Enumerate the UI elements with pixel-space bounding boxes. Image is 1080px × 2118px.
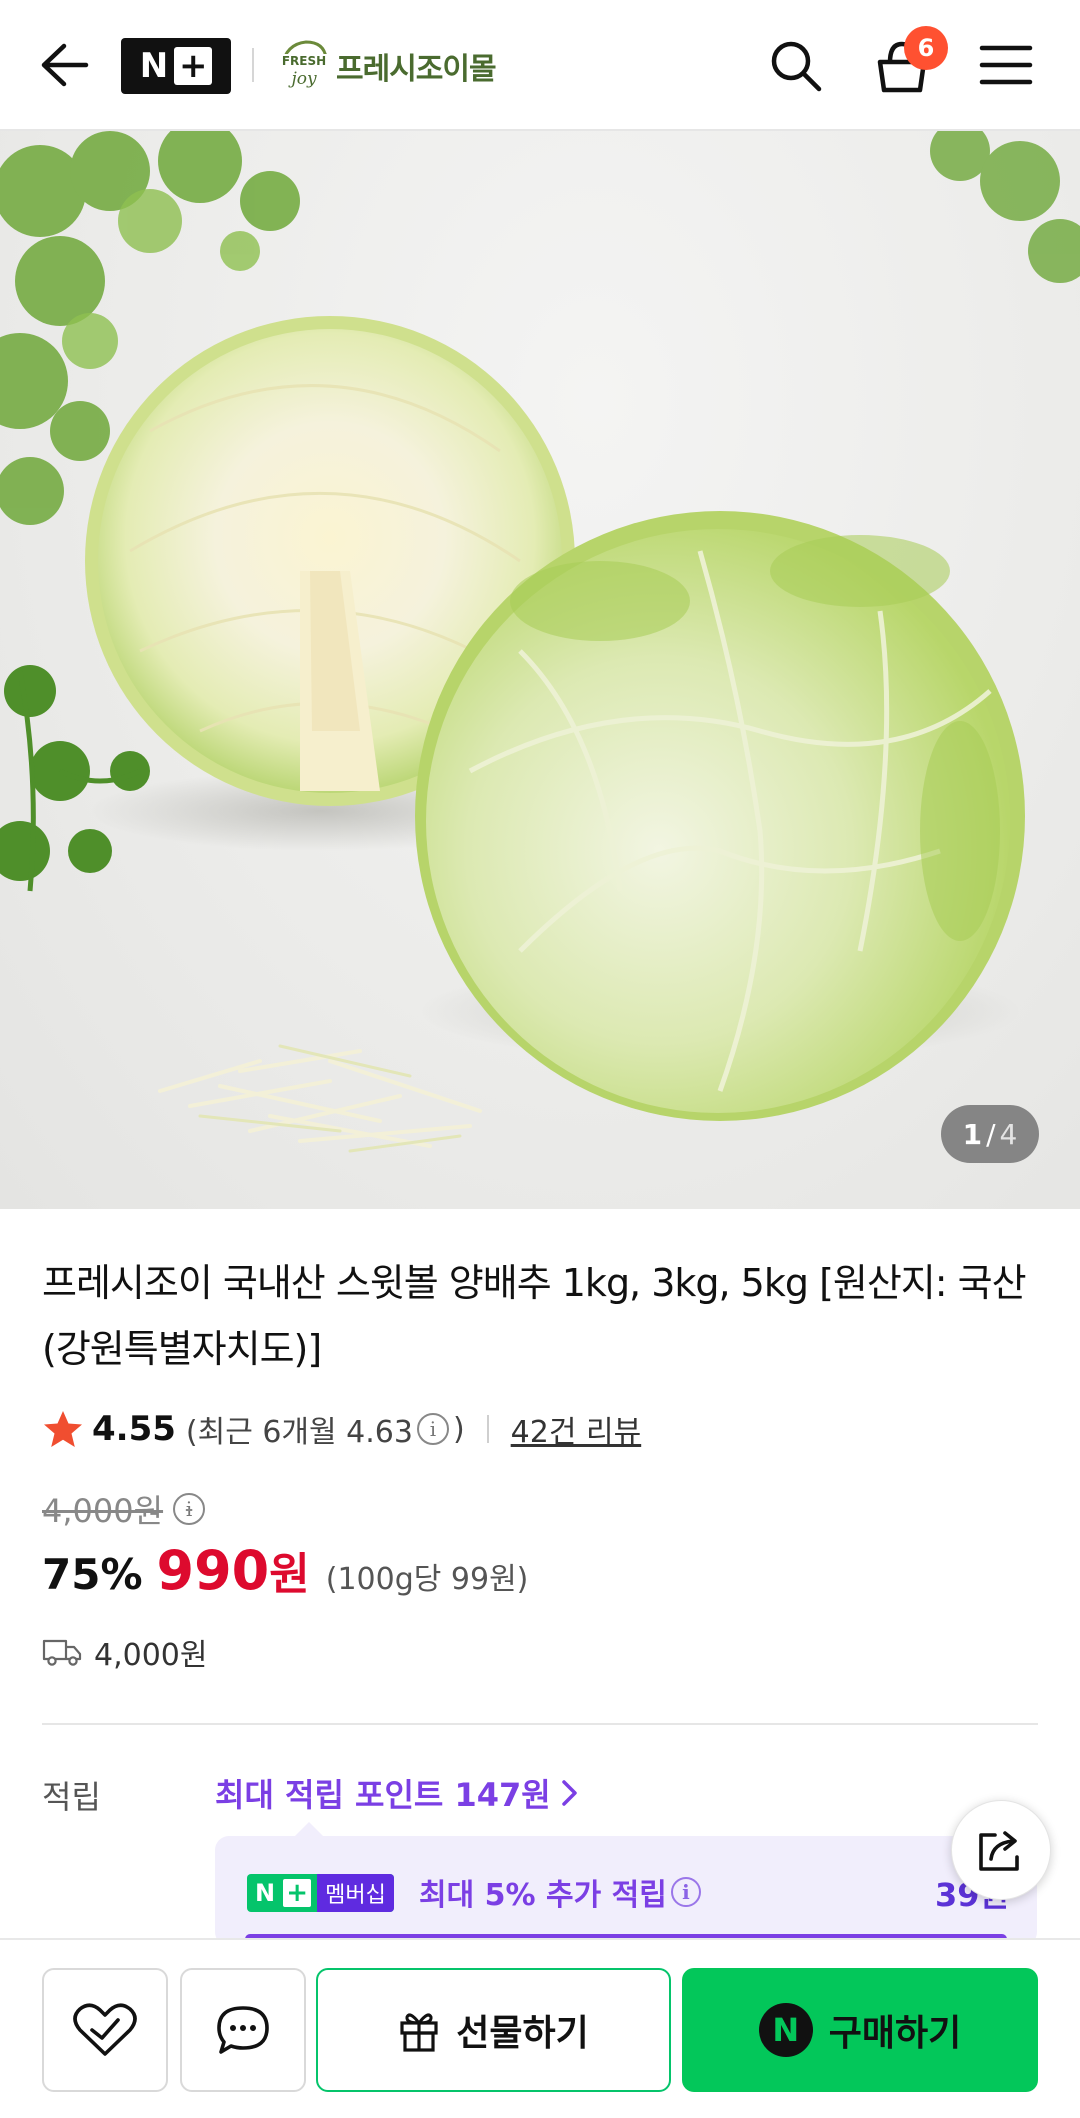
hamburger-menu-icon[interactable] [978, 42, 1034, 88]
membership-badge-n: N [255, 1879, 276, 1907]
membership-info-icon[interactable]: i [670, 1877, 701, 1907]
original-price: 4,000원 [42, 1492, 164, 1530]
sale-price-unit: 원 [269, 1549, 310, 1600]
gift-icon [400, 2013, 438, 2052]
store-name[interactable]: 프레시조이몰 [336, 44, 497, 88]
gift-button[interactable]: 선물하기 [316, 1968, 671, 2092]
shipping-row: 4,000원 [42, 1630, 207, 1674]
wishlist-button[interactable] [42, 1968, 168, 2092]
arrow-left-icon[interactable] [36, 40, 92, 90]
talk-talk-button[interactable] [180, 1968, 306, 2092]
counter-current: 1 [962, 1117, 983, 1151]
svg-text:joy: joy [287, 69, 317, 89]
svg-text:FRESH: FRESH [282, 54, 326, 68]
rating-row: 4.55 (최근 6개월 4.63 i ) 42건 리뷰 [42, 1406, 641, 1452]
nplus-membership-badge: N + 멤버십 [247, 1874, 394, 1912]
membership-points-box: N + 멤버십 최대 5% 추가 적립 i 39원 [215, 1822, 1037, 1946]
unit-price: (100g당 99원) [325, 1562, 529, 1597]
membership-extra-text: 최대 5% 추가 적립 [419, 1878, 667, 1913]
counter-total: 4 [999, 1117, 1018, 1151]
section-divider [42, 1723, 1038, 1725]
max-points-text: 최대 적립 포인트 147원 [215, 1776, 551, 1814]
rating-divider [486, 1415, 489, 1443]
nplus-store-logo[interactable]: N + [121, 38, 231, 94]
shipping-fee: 4,000원 [94, 1638, 208, 1673]
rating-score: 4.55 [92, 1409, 176, 1449]
chat-bubble-icon [217, 2006, 269, 2054]
bottom-action-bar: 선물하기 N 구매하기 [0, 1938, 1080, 2118]
original-price-row: 4,000원 i [42, 1486, 209, 1532]
cart-count-badge: 6 [904, 26, 948, 70]
chevron-right-icon [562, 1780, 577, 1806]
top-navigation-bar: N + FRESH joy 프레시조이몰 6 [0, 0, 1080, 131]
nplus-logo-plus: + [174, 47, 213, 85]
counter-separator: / [986, 1117, 996, 1151]
header-divider [252, 48, 254, 82]
membership-points-text: 최대 5% 추가 적립 i [419, 1870, 705, 1914]
image-page-counter: 1 / 4 [941, 1105, 1039, 1163]
search-icon[interactable] [768, 38, 824, 94]
buy-label: 구매하기 [828, 2013, 962, 2054]
star-icon [44, 1411, 82, 1447]
gift-label: 선물하기 [456, 2013, 589, 2054]
nplus-logo-n: N [139, 46, 169, 86]
heart-check-icon [73, 2003, 137, 2056]
share-button[interactable] [951, 1800, 1051, 1900]
price-info-icon[interactable]: i [173, 1493, 206, 1525]
points-label: 적립 [42, 1778, 101, 1816]
delivery-truck-icon [42, 1639, 82, 1666]
discount-rate: 75% [42, 1550, 143, 1599]
recent-rating-close: ) [452, 1411, 465, 1447]
max-points-link[interactable]: 최대 적립 포인트 147원 [215, 1770, 579, 1816]
product-image-gallery[interactable] [0, 131, 1080, 1209]
membership-badge-plus: + [283, 1878, 312, 1908]
review-count-link[interactable]: 42건 리뷰 [511, 1407, 642, 1451]
cabbage-product-photo [0, 131, 1080, 1153]
product-title: 프레시조이 국내산 스윗볼 양배추 1kg, 3kg, 5kg [원산지: 국산… [42, 1261, 1027, 1371]
fresh-joy-logo[interactable]: FRESH joy [276, 36, 332, 94]
membership-badge-label: 멤버십 [317, 1874, 394, 1912]
sale-price-row: 75% 990 원 (100g당 99원) [42, 1538, 528, 1602]
buy-button[interactable]: N 구매하기 [682, 1968, 1038, 2092]
share-icon [979, 1831, 1019, 1871]
naver-pay-icon: N [758, 2003, 813, 2057]
recent-rating-text: (최근 6개월 4.63 [185, 1415, 413, 1450]
sale-price: 990 [156, 1539, 270, 1602]
info-icon[interactable]: i [416, 1413, 449, 1445]
